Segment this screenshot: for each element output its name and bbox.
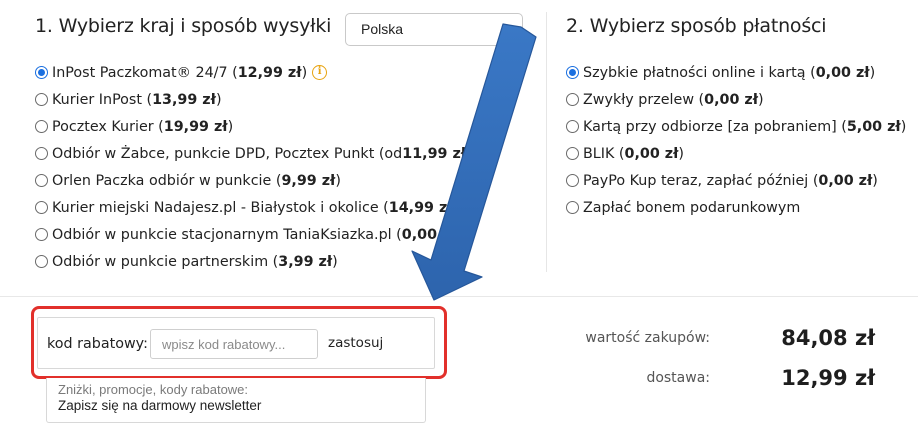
section-divider: [0, 296, 918, 297]
option-suffix: ): [678, 145, 684, 162]
option-label: Orlen Paczka odbiór w punkcie (: [52, 172, 282, 189]
option-label: Kurier InPost (: [52, 91, 153, 108]
option-price: 11,99 zł: [402, 145, 467, 162]
option-price: 0,00 zł: [815, 64, 870, 81]
shipping-option-partner-point[interactable]: Odbiór w punkcie partnerskim (3,99 zł): [35, 248, 492, 275]
country-select[interactable]: Polska: [345, 13, 523, 46]
payment-options-list: Szybkie płatności online i kartą (0,00 z…: [566, 59, 906, 221]
option-label: Kurier miejski Nadajesz.pl - Białystok i…: [52, 199, 389, 216]
option-suffix: ): [872, 172, 878, 189]
option-suffix: ): [466, 145, 472, 162]
option-price: 0,00 zł: [401, 226, 456, 243]
shipping-option-zabka-dpd-pocztex[interactable]: Odbiór w Żabce, punkcie DPD, Pocztex Pun…: [35, 140, 492, 167]
option-suffix: ): [455, 226, 462, 243]
option-price: 19,99 zł: [163, 118, 228, 135]
option-price: 0,00 zł: [624, 145, 679, 162]
radio-button[interactable]: [566, 174, 579, 187]
option-label: Kartą przy odbiorze [za pobraniem] (: [583, 118, 847, 135]
column-divider: [546, 12, 547, 272]
country-select-value: Polska: [361, 21, 404, 37]
shipping-option-kurier-nadajesz[interactable]: Kurier miejski Nadajesz.pl - Białystok i…: [35, 194, 492, 221]
payment-option-online-card[interactable]: Szybkie płatności online i kartą (0,00 z…: [566, 59, 906, 86]
option-label: Odbiór w punkcie partnerskim (: [52, 253, 279, 270]
radio-button[interactable]: [566, 93, 579, 106]
radio-button[interactable]: [35, 174, 48, 187]
newsletter-teaser: Zniżki, promocje, kody rabatowe:: [58, 382, 249, 397]
info-icon[interactable]: i: [312, 65, 328, 80]
payment-option-blik[interactable]: BLIK (0,00 zł): [566, 140, 906, 167]
purchase-value-label: wartość zakupów:: [585, 330, 710, 346]
delivery-amount: 12,99 zł: [781, 366, 875, 390]
radio-button[interactable]: [35, 147, 48, 160]
radio-button[interactable]: [35, 120, 48, 133]
shipping-heading: 1. Wybierz kraj i sposób wysyłki: [35, 15, 332, 37]
shipping-option-taniaksiazka-point[interactable]: Odbiór w punkcie stacjonarnym TaniaKsiaz…: [35, 221, 492, 248]
radio-button[interactable]: [35, 255, 48, 268]
payment-option-gift-voucher[interactable]: Zapłać bonem podarunkowym: [566, 194, 906, 221]
payment-heading: 2. Wybierz sposób płatności: [566, 15, 827, 37]
option-label: Odbiór w punkcie stacjonarnym TaniaKsiaz…: [52, 226, 402, 243]
shipping-option-kurier-inpost[interactable]: Kurier InPost (13,99 zł): [35, 86, 492, 113]
option-suffix: ): [869, 64, 876, 81]
option-suffix: ): [335, 172, 341, 189]
payment-option-bank-transfer[interactable]: Zwykły przelew (0,00 zł): [566, 86, 906, 113]
option-suffix: ): [900, 118, 907, 135]
chevron-down-icon: [504, 25, 516, 33]
option-price: 13,99 zł: [152, 91, 216, 108]
shipping-option-pocztex-kurier[interactable]: Pocztex Kurier (19,99 zł): [35, 113, 492, 140]
shipping-option-inpost-paczkomat[interactable]: InPost Paczkomat® 24/7 (12,99 zł) i: [35, 59, 492, 86]
option-price: 0,00 zł: [818, 172, 873, 189]
purchase-value-amount: 84,08 zł: [781, 326, 875, 350]
radio-button[interactable]: [35, 66, 48, 79]
option-label: InPost Paczkomat® 24/7 (: [52, 64, 238, 81]
shipping-option-orlen-paczka[interactable]: Orlen Paczka odbiór w punkcie (9,99 zł): [35, 167, 492, 194]
option-label: Zapłać bonem podarunkowym: [583, 199, 801, 216]
radio-button[interactable]: [566, 147, 579, 160]
coupon-highlight-frame: [31, 306, 447, 379]
option-suffix: ): [227, 118, 234, 135]
option-suffix: ): [452, 199, 459, 216]
radio-button[interactable]: [566, 201, 579, 214]
info-icon[interactable]: i: [476, 146, 492, 161]
payment-option-cash-on-delivery[interactable]: Kartą przy odbiorze [za pobraniem] (5,00…: [566, 113, 906, 140]
radio-button[interactable]: [566, 66, 579, 79]
option-suffix: ): [301, 64, 308, 81]
option-label: Odbiór w Żabce, punkcie DPD, Pocztex Pun…: [52, 145, 403, 162]
option-suffix: ): [758, 91, 764, 108]
option-price: 3,99 zł: [278, 253, 333, 270]
option-price: 5,00 zł: [846, 118, 901, 135]
option-label: Pocztex Kurier (: [52, 118, 164, 135]
radio-button[interactable]: [35, 228, 48, 241]
option-suffix: ): [215, 91, 222, 108]
option-label: Zwykły przelew (: [583, 91, 705, 108]
delivery-label: dostawa:: [646, 370, 710, 386]
radio-button[interactable]: [566, 120, 579, 133]
newsletter-box[interactable]: Zniżki, promocje, kody rabatowe: Zapisz …: [46, 378, 426, 423]
radio-button[interactable]: [35, 201, 48, 214]
option-label: PayPo Kup teraz, zapłać później (: [583, 172, 819, 189]
shipping-options-list: InPost Paczkomat® 24/7 (12,99 zł) i Kuri…: [35, 59, 492, 275]
option-label: Szybkie płatności online i kartą (: [583, 64, 816, 81]
option-price: 14,99 zł: [388, 199, 453, 216]
payment-option-paypo[interactable]: PayPo Kup teraz, zapłać później (0,00 zł…: [566, 167, 906, 194]
option-suffix: ): [332, 253, 338, 270]
option-price: 12,99 zł: [237, 64, 302, 81]
option-price: 9,99 zł: [281, 172, 336, 189]
option-label: BLIK (: [583, 145, 625, 162]
newsletter-signup-link[interactable]: Zapisz się na darmowy newsletter: [58, 398, 261, 413]
radio-button[interactable]: [35, 93, 48, 106]
option-price: 0,00 zł: [704, 91, 759, 108]
